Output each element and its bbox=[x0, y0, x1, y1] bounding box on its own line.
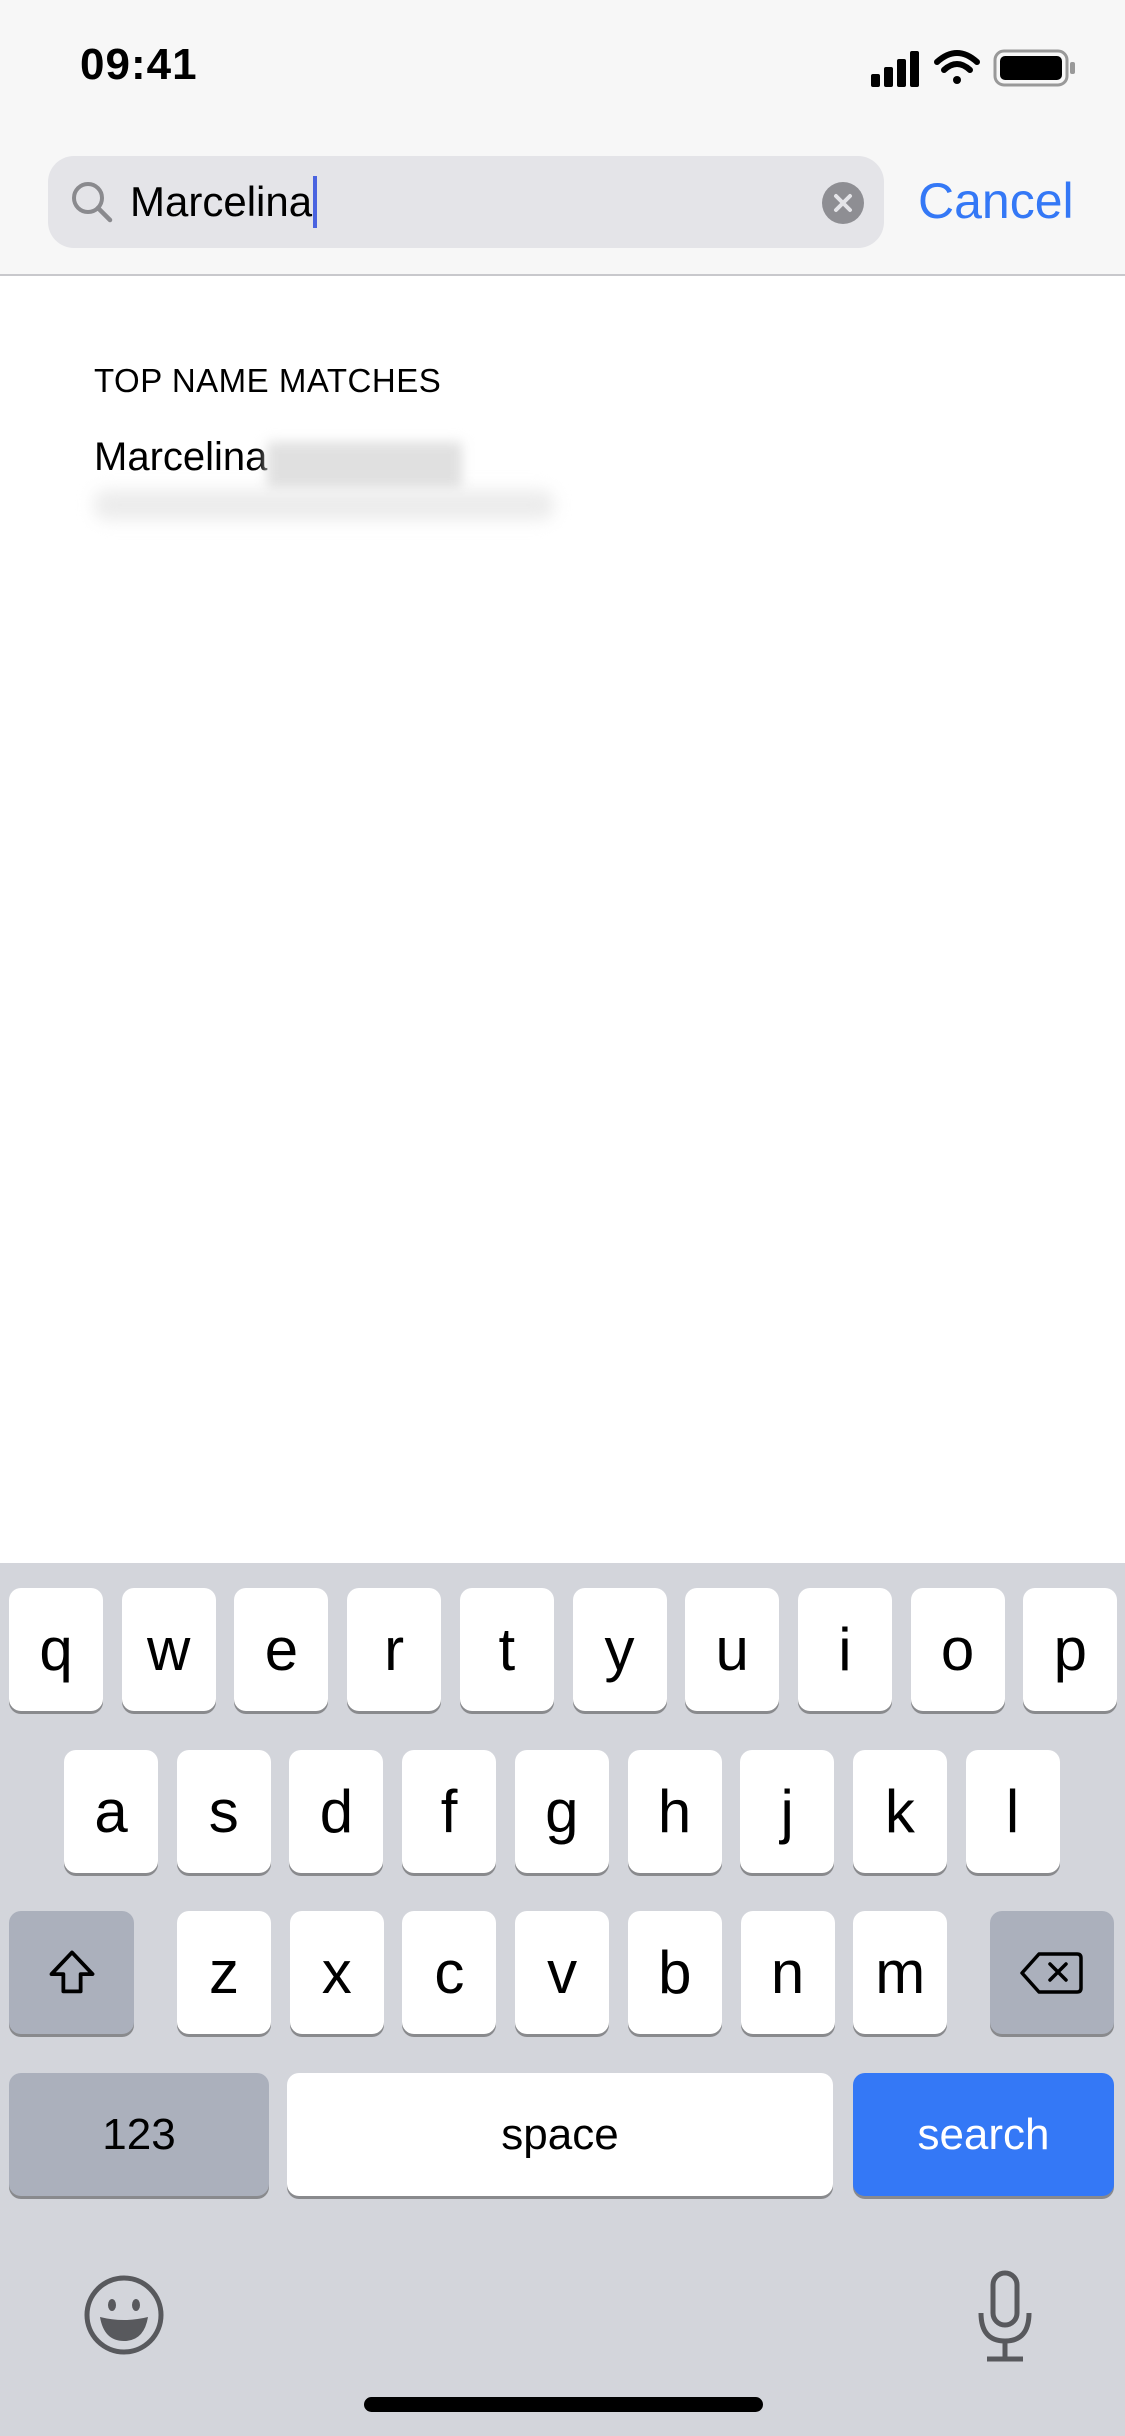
redacted-subtitle bbox=[94, 490, 554, 520]
battery-icon bbox=[993, 49, 1075, 87]
search-input-value: Marcelina bbox=[130, 178, 313, 225]
key-a[interactable]: a bbox=[64, 1750, 158, 1873]
key-k[interactable]: k bbox=[852, 1750, 947, 1873]
emoji-icon[interactable] bbox=[82, 2273, 166, 2357]
key-f[interactable]: f bbox=[402, 1750, 497, 1873]
search-key[interactable]: search bbox=[853, 2073, 1114, 2196]
wifi-icon bbox=[934, 50, 980, 84]
delete-key[interactable] bbox=[990, 1911, 1114, 2034]
search-icon bbox=[72, 182, 113, 223]
key-w[interactable]: w bbox=[121, 1588, 216, 1711]
shift-key[interactable] bbox=[9, 1911, 134, 2034]
section-header-top-name-matches: TOP NAME MATCHES bbox=[94, 362, 442, 399]
home-indicator[interactable] bbox=[364, 2397, 763, 2412]
space-key[interactable]: space bbox=[287, 2073, 833, 2196]
key-n[interactable]: n bbox=[740, 1911, 835, 2034]
key-b[interactable]: b bbox=[627, 1911, 722, 2034]
clear-text-button[interactable] bbox=[822, 182, 864, 224]
key-c[interactable]: c bbox=[402, 1911, 497, 2034]
key-s[interactable]: s bbox=[176, 1750, 271, 1873]
key-e[interactable]: e bbox=[234, 1588, 329, 1711]
shift-icon bbox=[49, 1950, 94, 1993]
cancel-button[interactable]: Cancel bbox=[918, 172, 1074, 230]
clear-icon bbox=[834, 194, 852, 212]
navigation-header: 09:41 Marcelina Cancel bbox=[0, 0, 1125, 276]
key-m[interactable]: m bbox=[853, 1911, 948, 2034]
status-time: 09:41 bbox=[80, 40, 198, 89]
key-v[interactable]: v bbox=[515, 1911, 610, 2034]
key-r[interactable]: r bbox=[347, 1588, 442, 1711]
text-caret bbox=[313, 175, 318, 228]
search-field[interactable]: Marcelina bbox=[48, 156, 884, 248]
key-t[interactable]: t bbox=[459, 1588, 554, 1711]
result-name: Marcelina bbox=[94, 435, 268, 479]
redacted-surname bbox=[267, 441, 463, 490]
search-input[interactable]: Marcelina bbox=[130, 175, 318, 228]
key-g[interactable]: g bbox=[514, 1750, 609, 1873]
numbers-key[interactable]: 123 bbox=[9, 2073, 269, 2196]
key-z[interactable]: z bbox=[177, 1911, 271, 2034]
key-q[interactable]: q bbox=[9, 1588, 103, 1711]
keyboard: qwertyuiop asdfghjkl zxcvbnm 123 space s… bbox=[0, 1563, 1125, 2436]
key-d[interactable]: d bbox=[289, 1750, 384, 1873]
delete-icon bbox=[1020, 1951, 1083, 1994]
microphone-icon[interactable] bbox=[975, 2269, 1035, 2365]
cellular-signal-icon bbox=[871, 51, 919, 87]
key-x[interactable]: x bbox=[289, 1911, 384, 2034]
key-o[interactable]: o bbox=[910, 1588, 1005, 1711]
key-l[interactable]: l bbox=[965, 1750, 1060, 1873]
key-y[interactable]: y bbox=[572, 1588, 667, 1711]
key-i[interactable]: i bbox=[797, 1588, 892, 1711]
key-h[interactable]: h bbox=[627, 1750, 722, 1873]
key-j[interactable]: j bbox=[740, 1750, 835, 1873]
key-p[interactable]: p bbox=[1023, 1588, 1118, 1711]
status-icons bbox=[871, 49, 1075, 87]
key-u[interactable]: u bbox=[685, 1588, 780, 1711]
list-item[interactable]: Marcelina bbox=[94, 432, 463, 492]
